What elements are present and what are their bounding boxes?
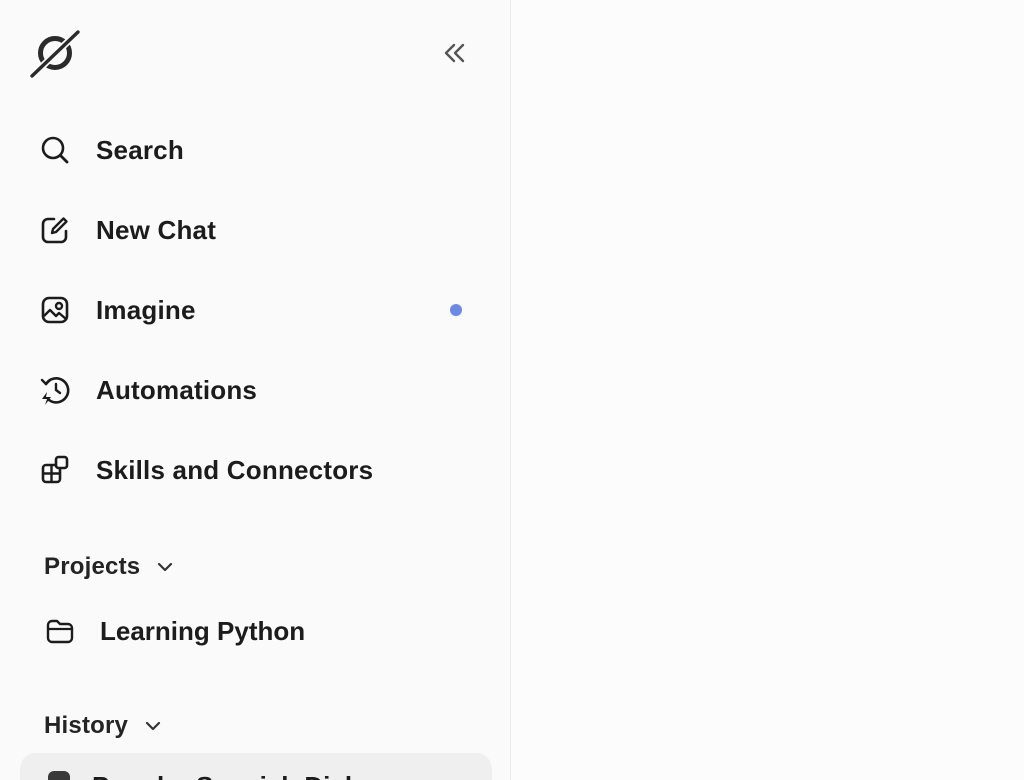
nav-item-label: Search [96, 134, 184, 165]
sidebar: Search New Chat Imagine Automations Skil… [0, 0, 511, 780]
section-title: Projects [44, 553, 141, 580]
chevrons-left-icon [444, 43, 465, 63]
folder-icon [44, 615, 76, 647]
nav-item-label: Skills and Connectors [96, 454, 374, 485]
app-window: Search New Chat Imagine Automations Skil… [0, 0, 1024, 780]
grid-add-icon [38, 453, 72, 487]
search-icon [38, 133, 72, 167]
history-bolt-icon [38, 373, 72, 407]
chevron-down-icon [142, 715, 164, 737]
edit-icon [38, 213, 72, 247]
main-content-area [511, 0, 1024, 780]
nav-item-new-chat[interactable]: New Chat [24, 202, 476, 258]
nav-item-imagine[interactable]: Imagine [24, 282, 476, 338]
chat-icon [48, 771, 70, 780]
grok-logo-icon[interactable] [26, 26, 84, 82]
image-sparkle-icon [38, 293, 72, 327]
project-item[interactable]: Learning Python [30, 604, 476, 658]
nav-item-label: Imagine [96, 294, 196, 325]
section-title: History [44, 712, 129, 739]
collapse-sidebar-button[interactable] [438, 36, 472, 70]
chevron-down-icon [154, 556, 176, 578]
nav-item-label: New Chat [96, 214, 217, 245]
nav-item-automations[interactable]: Automations [24, 362, 476, 418]
projects-section-header[interactable]: Projects [44, 547, 176, 587]
history-item-label: Popular Spanish Dishes [92, 771, 390, 780]
history-item[interactable]: Popular Spanish Dishes [20, 753, 492, 780]
nav-item-search[interactable]: Search [24, 122, 476, 178]
notification-dot [450, 304, 462, 316]
nav-item-label: Automations [96, 374, 258, 405]
nav-item-skills-and-connectors[interactable]: Skills and Connectors [24, 442, 476, 498]
history-section-header[interactable]: History [44, 706, 164, 746]
project-item-label: Learning Python [100, 615, 306, 646]
